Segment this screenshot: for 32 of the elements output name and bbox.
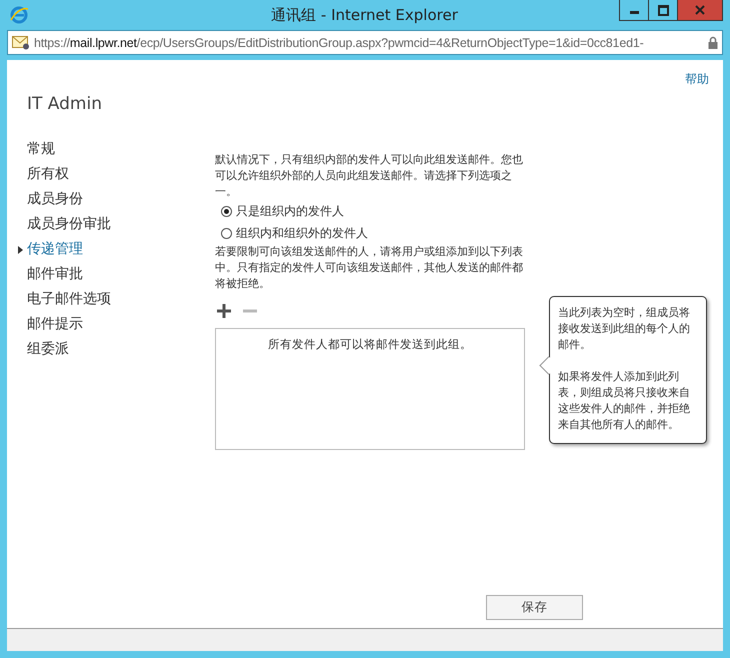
envelope-icon bbox=[12, 36, 30, 50]
url-text: https://mail.lpwr.net/ecp/UsersGroups/EditDistributionGroup.aspx?pwmcid=4&ReturnObjectType=1&id=0cc81ed1- bbox=[34, 36, 645, 50]
lock-icon bbox=[708, 36, 718, 49]
restrict-text: 若要限制可向该组发送邮件的人，请将用户或组添加到以下列表中。只有指定的发件人可向该组发送邮件，其他人发送的邮件都将被拒绝。 bbox=[215, 244, 524, 292]
window-title: 通讯组 - Internet Explorer bbox=[270, 6, 459, 24]
radio-option[interactable]: 组织内和组织外的发件人 bbox=[221, 222, 525, 244]
sidebar-item[interactable]: 成员身份 bbox=[27, 188, 215, 213]
sidebar-item[interactable]: 所有权 bbox=[27, 163, 215, 188]
address-bar[interactable]: https://mail.lpwr.net/ecp/UsersGroups/EditDistributionGroup.aspx?pwmcid=4&ReturnObjectType=1&id=0cc81ed1- bbox=[7, 30, 723, 55]
add-icon[interactable] bbox=[217, 304, 231, 318]
sidebar-item[interactable]: 组委派 bbox=[27, 338, 215, 363]
intro-text: 默认情况下，只有组织内部的发件人可以向此组发送邮件。您也可以允许组织外部的人员向此组发送邮件。请选择下列选项之一。 bbox=[215, 152, 524, 200]
save-button[interactable]: 保存 bbox=[486, 595, 583, 620]
sidebar-item[interactable]: 常规 bbox=[27, 138, 215, 163]
browser-logo-icon bbox=[9, 5, 29, 25]
tooltip-text: 如果将发件人添加到此列表，则组成员将只接收来自这些发件人的邮件，并拒绝来自其他所有人的邮件。 bbox=[558, 369, 691, 433]
empty-list-text: 所有发件人都可以将邮件发送到此组。 bbox=[268, 337, 472, 353]
sidebar-item[interactable]: 邮件审批 bbox=[27, 263, 215, 288]
sidebar-item[interactable]: 电子邮件选项 bbox=[27, 288, 215, 313]
sidebar-item[interactable]: 传递管理 bbox=[27, 238, 215, 263]
minimize-button[interactable] bbox=[619, 0, 649, 21]
tooltip-text: 当此列表为空时，组成员将接收发送到此组的每个人的邮件。 bbox=[558, 305, 691, 353]
group-name: IT Admin bbox=[27, 94, 103, 114]
radio-button[interactable] bbox=[221, 228, 232, 238]
radio-button[interactable] bbox=[221, 206, 232, 216]
close-button[interactable] bbox=[677, 0, 723, 21]
sidebar-item[interactable]: 邮件提示 bbox=[27, 313, 215, 338]
radio-option[interactable]: 只是组织内的发件人 bbox=[221, 200, 525, 222]
close-icon bbox=[695, 5, 705, 15]
help-link[interactable]: 帮助 bbox=[685, 71, 709, 88]
selected-marker-icon bbox=[18, 246, 23, 254]
sidebar-item[interactable]: 成员身份审批 bbox=[27, 213, 215, 238]
